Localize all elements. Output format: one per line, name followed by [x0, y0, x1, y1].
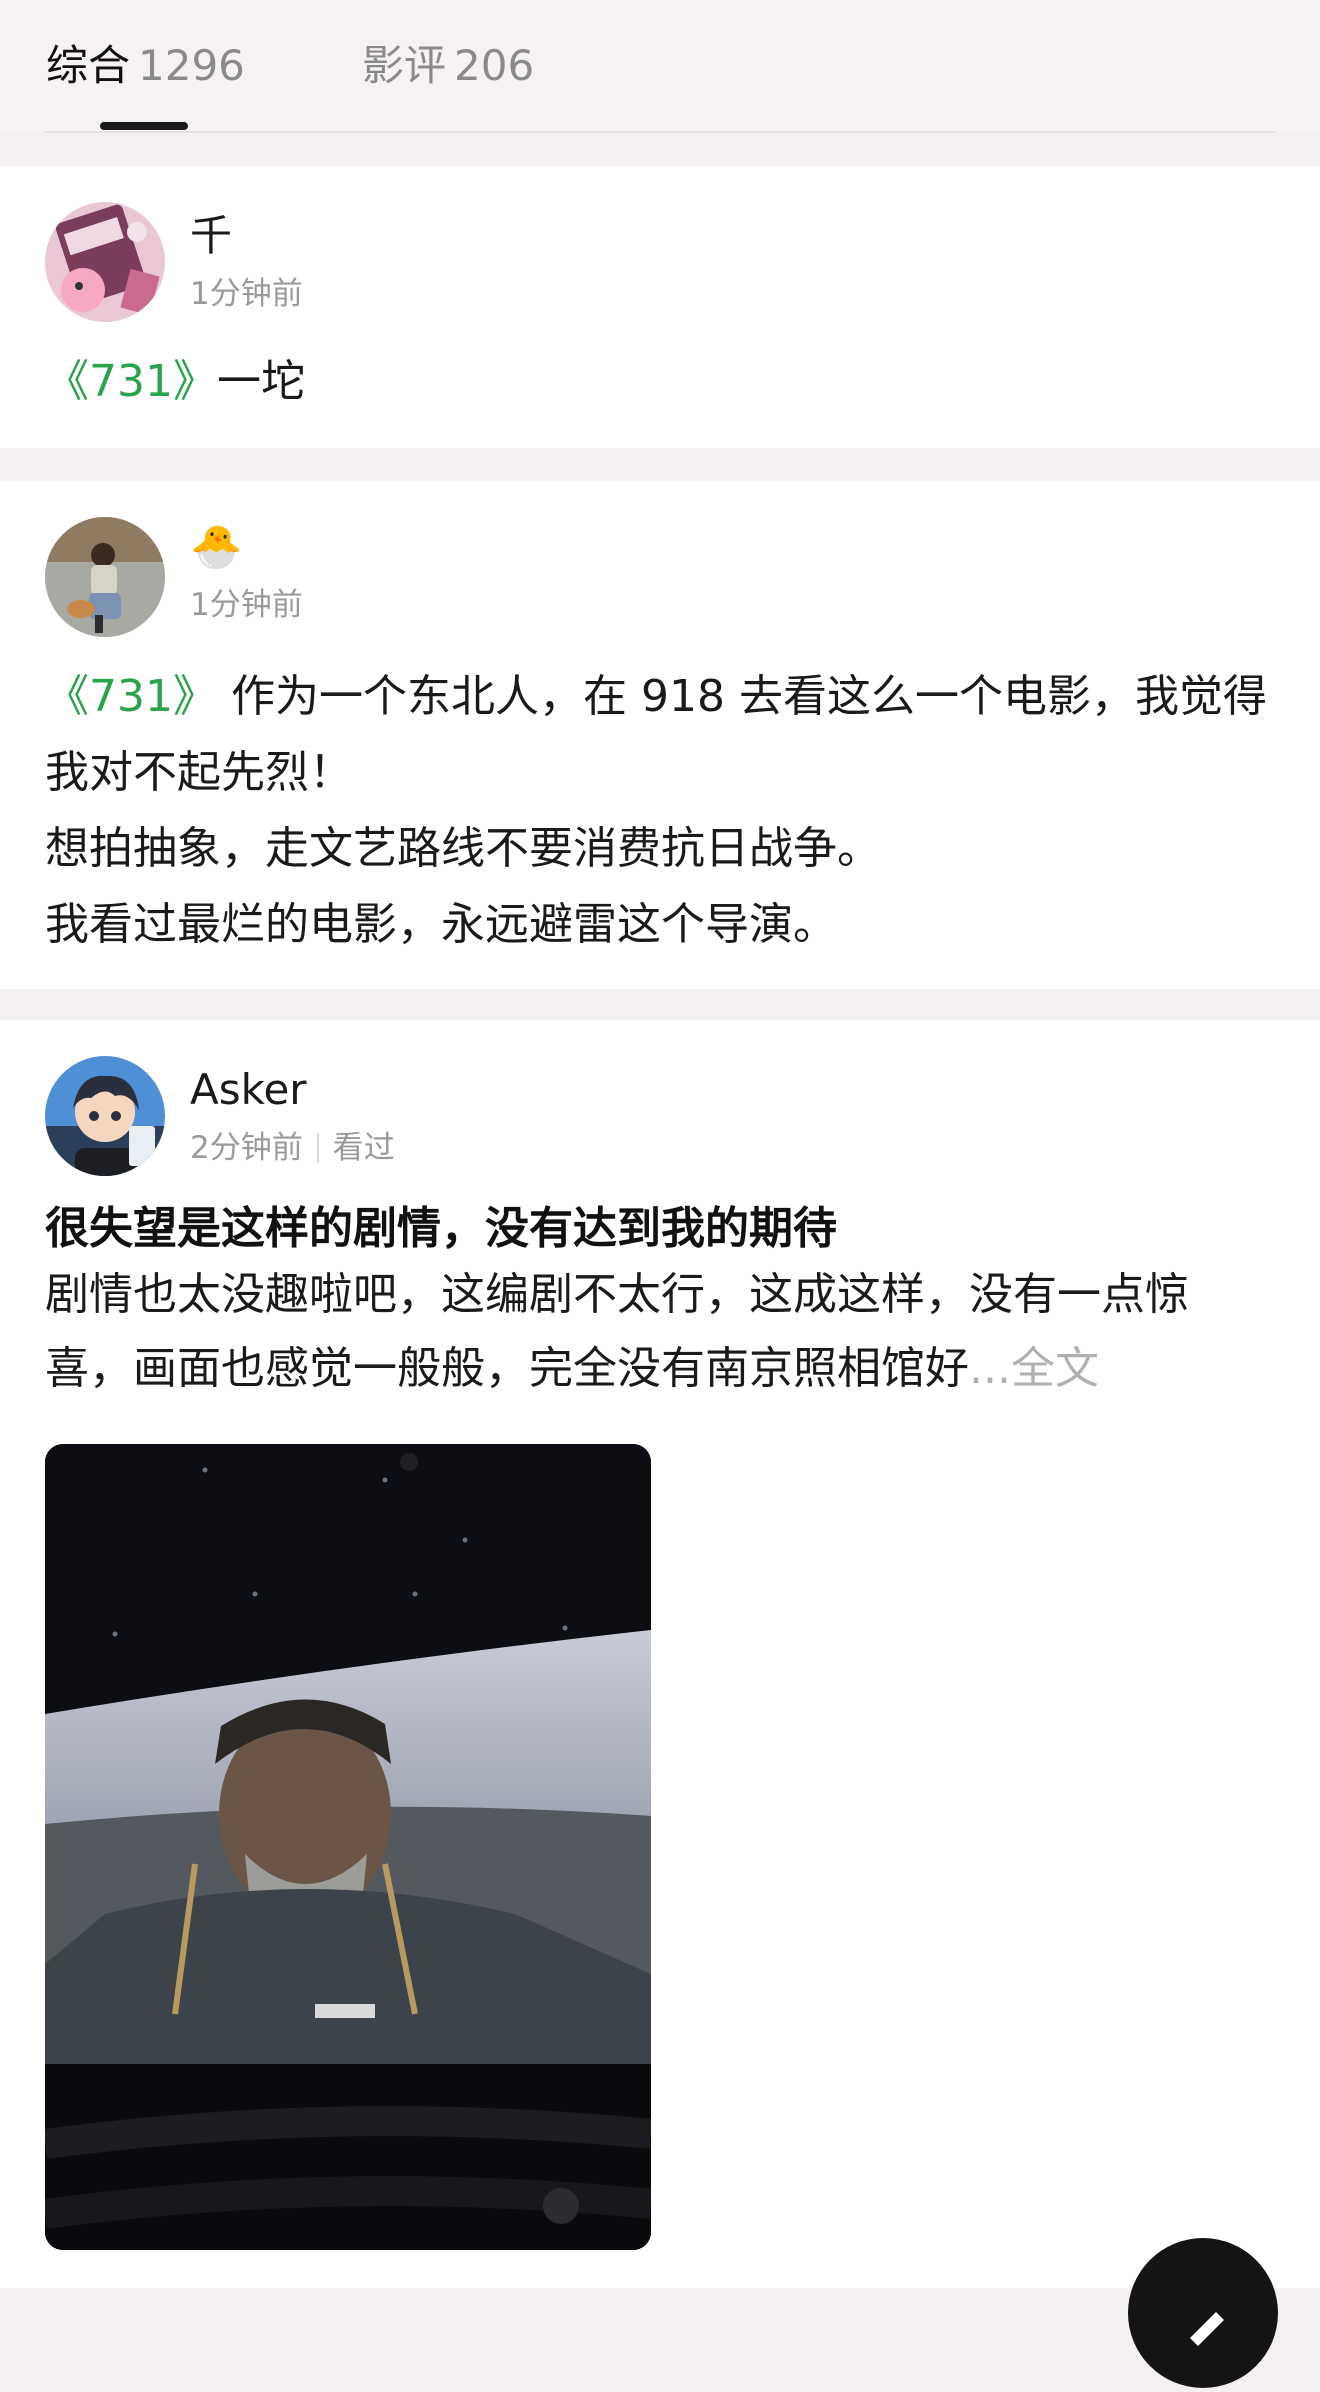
post-text-line-1: 作为一个东北人，在 918 去看这么一个电影，我觉得我对不起先烈！ [45, 671, 1267, 798]
post-card[interactable]: 🐣 1分钟前 《731》 作为一个东北人，在 918 去看这么一个电影，我觉得我… [0, 481, 1320, 989]
review-excerpt[interactable]: 剧情也太没趣啦吧，这编剧不太行，这成这样，没有一点惊喜，画面也感觉一般般，完全没… [45, 1258, 1275, 1406]
post-text-line-3: 我看过最烂的电影，永远避雷这个导演。 [45, 899, 837, 950]
read-more-link[interactable]: 全文 [1011, 1343, 1099, 1394]
meta-separator [316, 1133, 319, 1163]
tab-overall-count: 1296 [138, 41, 245, 90]
post-meta: 2分钟前 看过 [190, 1128, 395, 1168]
post-content: 《731》一坨 [45, 344, 1275, 420]
tab-reviews-label: 影评 [362, 41, 447, 90]
tab-reviews[interactable]: 影评 206 [362, 38, 534, 94]
username[interactable]: 🐣 [190, 521, 242, 573]
post-text: 一坨 [216, 356, 305, 407]
post-card[interactable]: 千 1分钟前 《731》一坨 [0, 166, 1320, 448]
post-content: 《731》 作为一个东北人，在 918 去看这么一个电影，我觉得我对不起先烈！ … [45, 659, 1275, 963]
username[interactable]: Asker [190, 1064, 307, 1116]
tab-bar: 综合 1296 影评 206 [0, 0, 1320, 133]
watch-status: 看过 [332, 1130, 395, 1166]
ellipsis: ... [969, 1343, 1011, 1394]
avatar[interactable] [45, 1056, 165, 1176]
compose-button[interactable] [1128, 2238, 1278, 2388]
movie-link[interactable]: 《731》 [45, 356, 217, 407]
avatar[interactable] [45, 517, 165, 637]
review-title[interactable]: 很失望是这样的剧情，没有达到我的期待 [45, 1196, 837, 1262]
tab-divider [44, 131, 1276, 133]
username[interactable]: 千 [190, 210, 232, 262]
avatar[interactable] [45, 202, 165, 322]
post-time: 2分钟前 [190, 1130, 303, 1166]
tab-reviews-count: 206 [454, 41, 535, 90]
tab-overall[interactable]: 综合 1296 [46, 38, 245, 94]
pen-icon [1190, 2312, 1224, 2346]
tab-overall-label: 综合 [46, 41, 131, 90]
active-tab-indicator [100, 122, 188, 130]
movie-link[interactable]: 《731》 [45, 671, 217, 722]
post-text-line-2: 想拍抽象，走文艺路线不要消费抗日战争。 [45, 823, 881, 874]
post-time: 1分钟前 [190, 276, 303, 312]
review-card[interactable]: Asker 2分钟前 看过 很失望是这样的剧情，没有达到我的期待 剧情也太没趣啦吧… [0, 1020, 1320, 2288]
post-time: 1分钟前 [190, 587, 303, 623]
review-photo[interactable] [45, 1444, 651, 2250]
